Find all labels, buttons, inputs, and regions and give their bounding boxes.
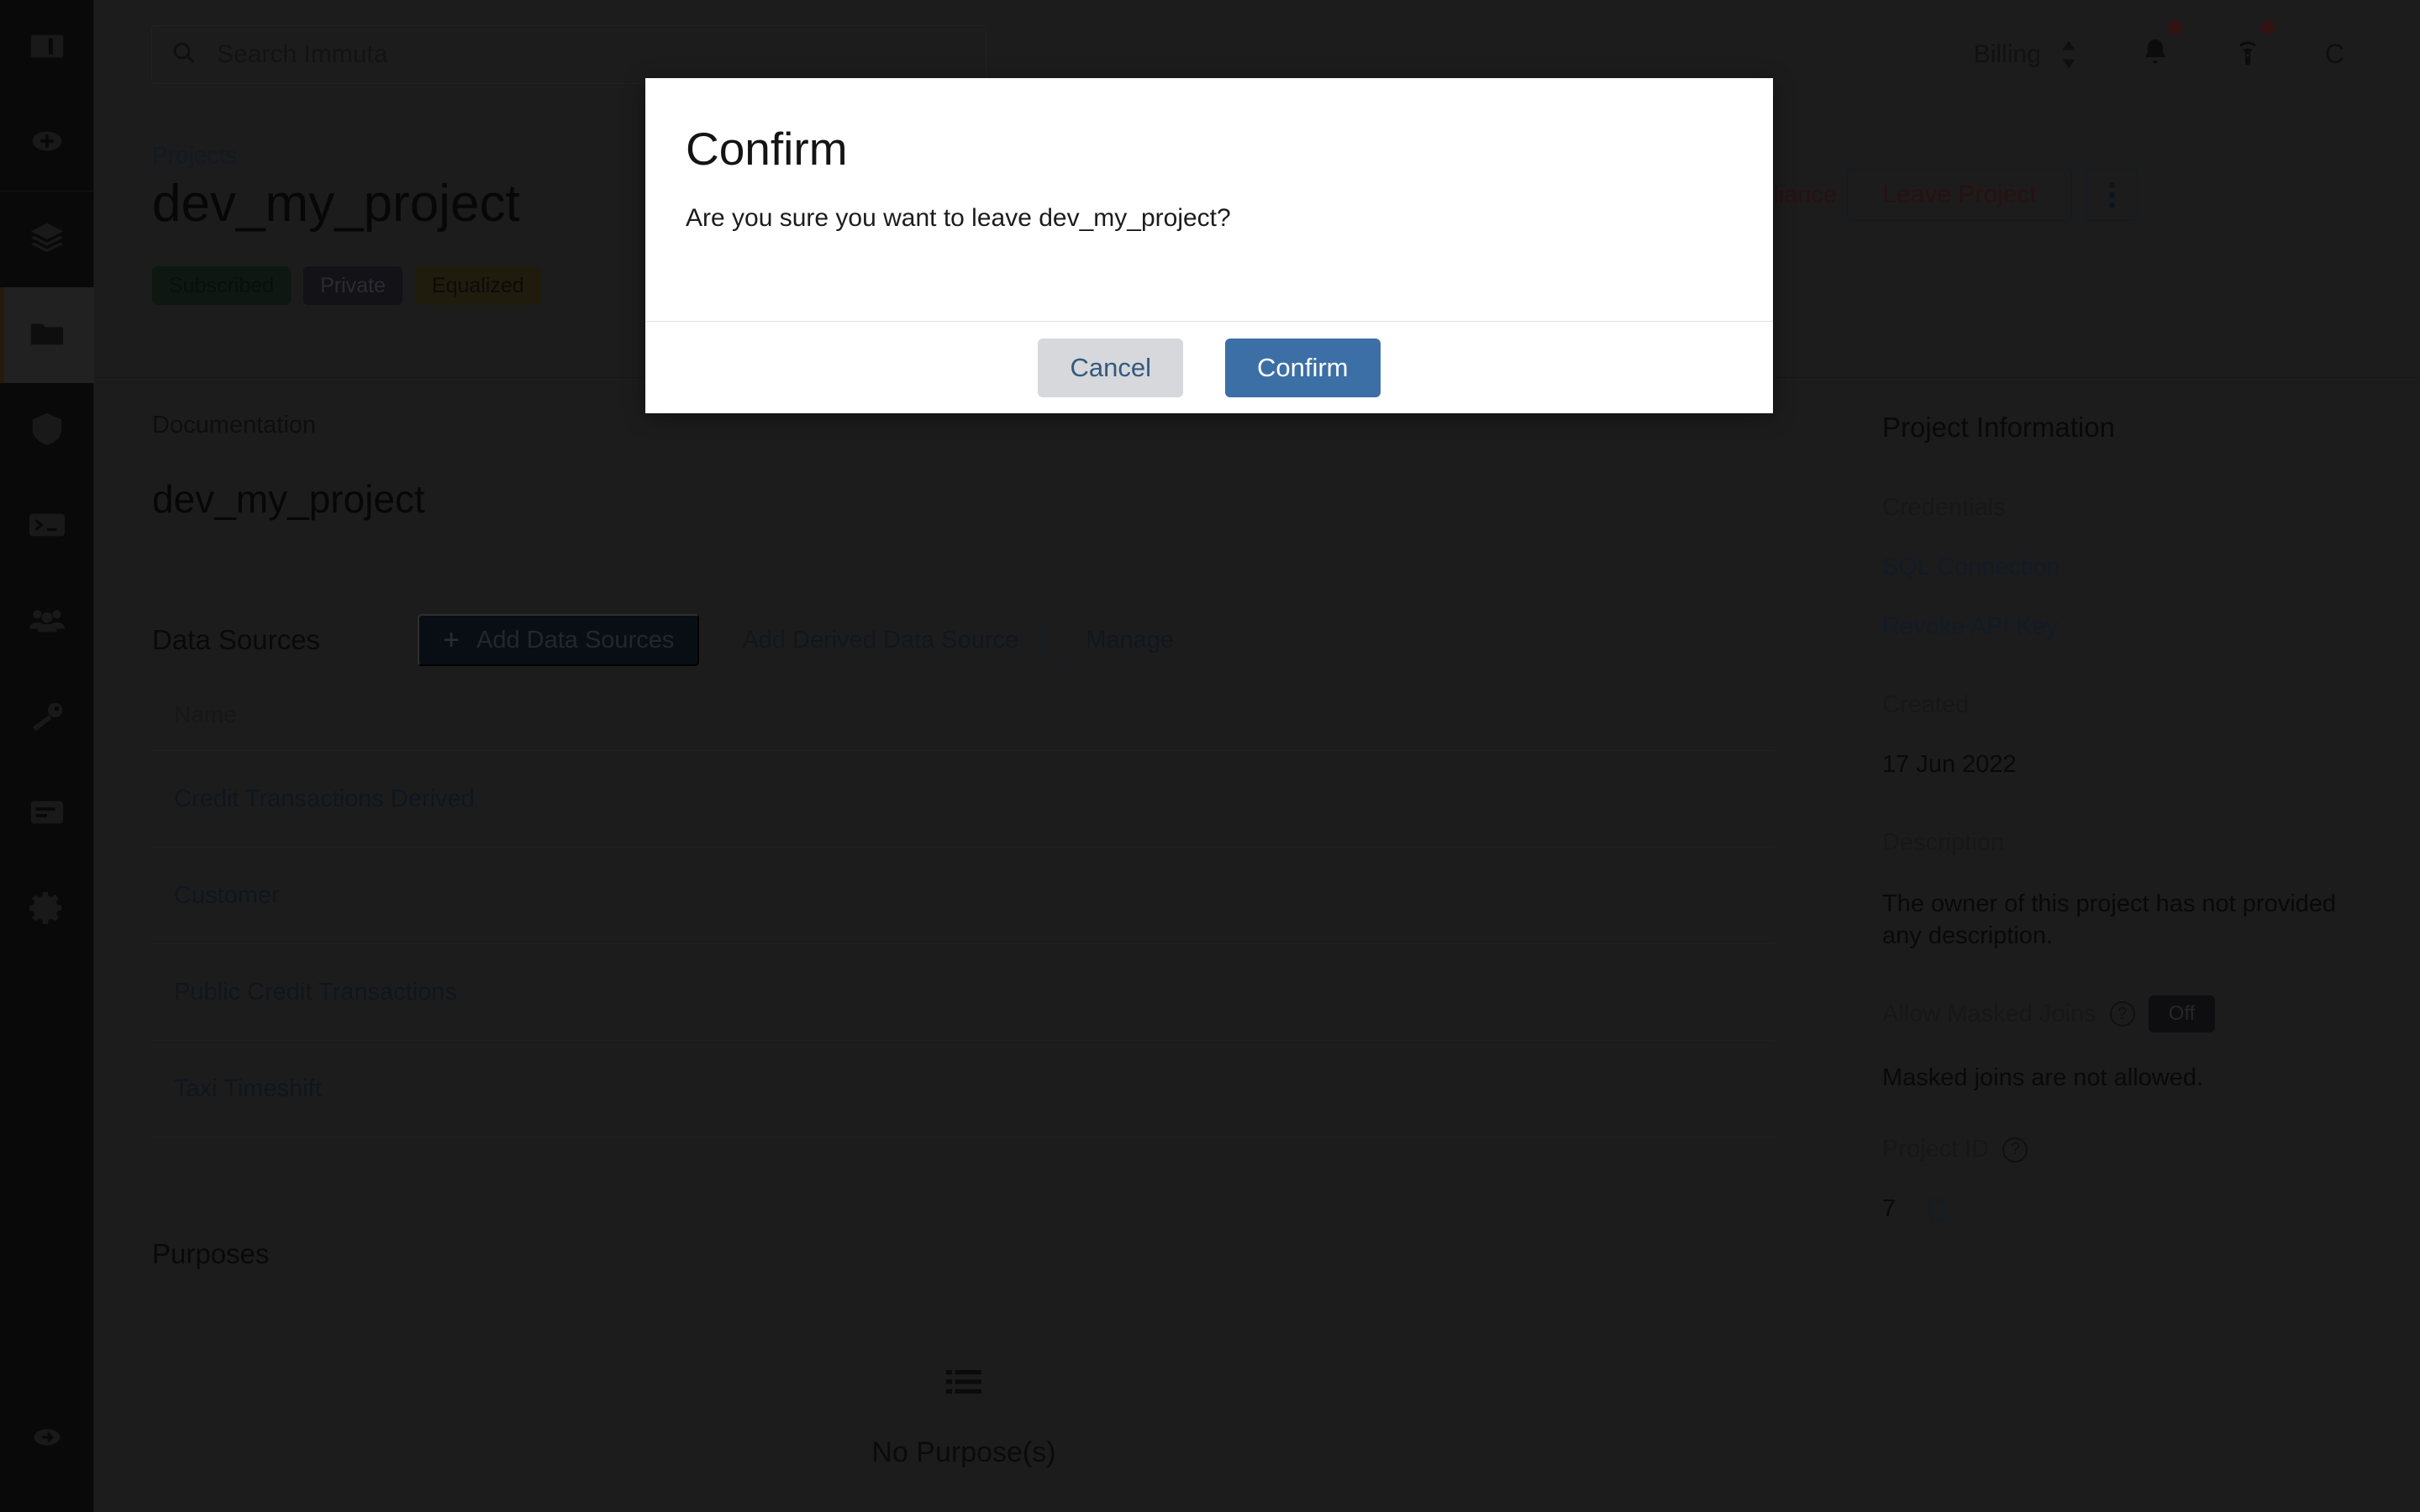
confirm-button[interactable]: Confirm (1224, 338, 1381, 397)
modal-footer: Cancel Confirm (645, 321, 1773, 413)
cancel-button[interactable]: Cancel (1038, 338, 1183, 397)
modal-message: Are you sure you want to leave dev_my_pr… (686, 204, 1231, 232)
modal-body: Confirm Are you sure you want to leave d… (645, 78, 1773, 321)
confirm-dialog: Confirm Are you sure you want to leave d… (645, 78, 1773, 413)
modal-title: Confirm (686, 123, 848, 175)
app-root: Search Immuta Billing C Projects dev_my_… (0, 0, 2420, 1512)
